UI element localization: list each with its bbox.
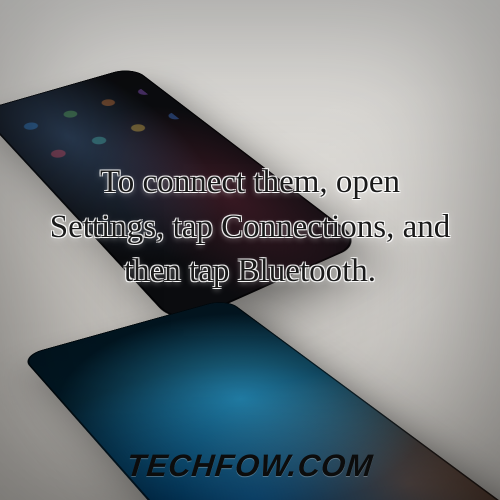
image-stage: To connect them, open Settings, tap Conn… — [0, 0, 500, 500]
caption-text: To connect them, open Settings, tap Conn… — [0, 160, 500, 294]
watermark-text: TECHFOW.COM — [0, 448, 500, 484]
